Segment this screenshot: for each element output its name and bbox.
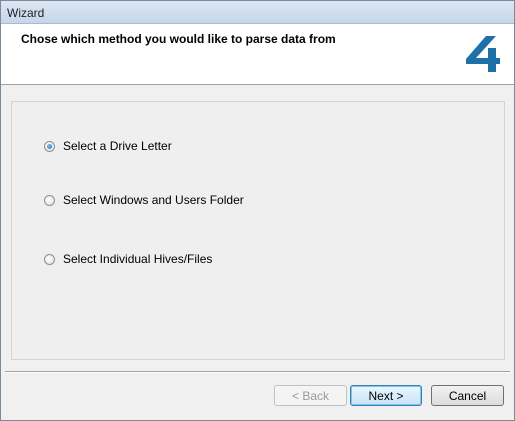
option-individual-hives[interactable]: Select Individual Hives/Files — [44, 252, 212, 266]
number-four-logo-icon — [466, 36, 500, 72]
option-windows-users-folder[interactable]: Select Windows and Users Folder — [44, 193, 244, 207]
wizard-window: Wizard Chose which method you would like… — [0, 0, 515, 421]
options-panel: Select a Drive Letter Select Windows and… — [11, 101, 505, 360]
title-bar[interactable]: Wizard — [1, 1, 514, 24]
cancel-button[interactable]: Cancel — [431, 385, 504, 406]
page-heading: Chose which method you would like to par… — [21, 32, 336, 46]
window-title: Wizard — [7, 6, 45, 20]
back-button[interactable]: < Back — [274, 385, 347, 406]
option-label-individual-hives: Select Individual Hives/Files — [63, 252, 213, 266]
option-drive-letter[interactable]: Select a Drive Letter — [44, 139, 172, 153]
radio-individual-hives[interactable] — [44, 253, 55, 265]
radio-drive-letter[interactable] — [44, 140, 55, 152]
option-label-windows-users-folder: Select Windows and Users Folder — [63, 193, 244, 207]
radio-windows-users-folder[interactable] — [44, 194, 55, 206]
option-label-drive-letter: Select a Drive Letter — [63, 139, 172, 153]
next-button[interactable]: Next > — [350, 385, 422, 406]
wizard-header: Chose which method you would like to par… — [1, 24, 514, 85]
footer-divider — [5, 371, 510, 373]
